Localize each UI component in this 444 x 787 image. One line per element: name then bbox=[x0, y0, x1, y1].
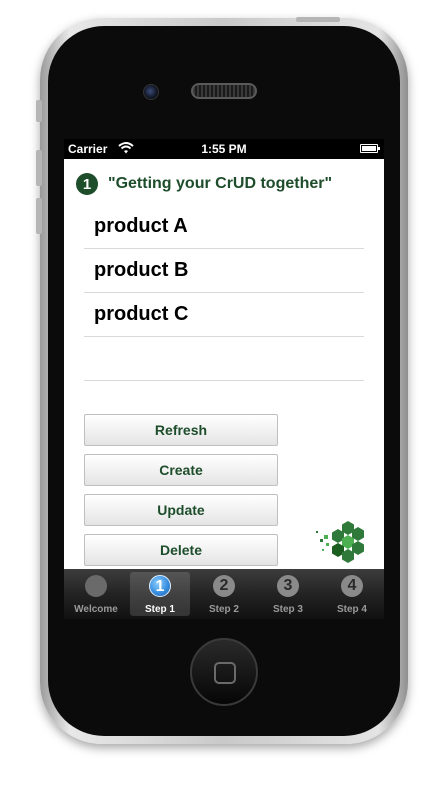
update-button[interactable]: Update bbox=[84, 494, 278, 526]
page-header: 1 "Getting your CrUD together" bbox=[76, 173, 332, 195]
tab-label: Step 2 bbox=[208, 604, 239, 615]
page-title: "Getting your CrUD together" bbox=[108, 175, 333, 192]
tab-label: Step 1 bbox=[144, 604, 175, 615]
tab-bar: Welcome 1 Step 1 2 Step 2 3 Step 3 4 Ste… bbox=[64, 569, 384, 619]
home-button[interactable] bbox=[190, 638, 258, 706]
list-item-empty[interactable] bbox=[84, 337, 364, 381]
volume-down-button bbox=[36, 198, 42, 234]
number-1-icon: 1 bbox=[149, 575, 171, 597]
home-square-icon bbox=[214, 662, 236, 684]
mute-switch bbox=[36, 100, 42, 122]
product-list: product A product B product C bbox=[84, 205, 364, 381]
create-button[interactable]: Create bbox=[84, 454, 278, 486]
tab-label: Step 4 bbox=[336, 604, 367, 615]
app-screen: Carrier 1:55 PM 1 "Getting your CrUD tog… bbox=[64, 139, 384, 619]
power-button bbox=[296, 17, 340, 22]
tab-welcome[interactable]: Welcome bbox=[64, 569, 128, 619]
step-number-badge: 1 bbox=[76, 173, 98, 195]
tab-label: Welcome bbox=[74, 604, 118, 615]
tab-step-2[interactable]: 2 Step 2 bbox=[192, 569, 256, 619]
battery-icon bbox=[360, 144, 380, 153]
tab-step-3[interactable]: 3 Step 3 bbox=[256, 569, 320, 619]
earpiece-speaker bbox=[191, 83, 257, 99]
refresh-button[interactable]: Refresh bbox=[84, 414, 278, 446]
tab-label: Step 3 bbox=[272, 604, 303, 615]
delete-button[interactable]: Delete bbox=[84, 534, 278, 566]
list-item[interactable]: product B bbox=[84, 249, 364, 293]
front-camera bbox=[143, 84, 159, 100]
volume-up-button bbox=[36, 150, 42, 186]
clock-time: 1:55 PM bbox=[201, 142, 247, 156]
circle-icon bbox=[85, 575, 107, 597]
list-item[interactable]: product C bbox=[84, 293, 364, 337]
tab-step-1[interactable]: 1 Step 1 bbox=[130, 572, 190, 616]
tab-step-4[interactable]: 4 Step 4 bbox=[320, 569, 384, 619]
number-3-icon: 3 bbox=[277, 575, 299, 597]
main-content: 1 "Getting your CrUD together" product A… bbox=[64, 159, 384, 569]
number-2-icon: 2 bbox=[213, 575, 235, 597]
list-item[interactable]: product A bbox=[84, 205, 364, 249]
number-4-icon: 4 bbox=[341, 575, 363, 597]
hexagon-cluster-logo-icon bbox=[316, 521, 364, 563]
status-bar: Carrier 1:55 PM bbox=[64, 139, 384, 159]
